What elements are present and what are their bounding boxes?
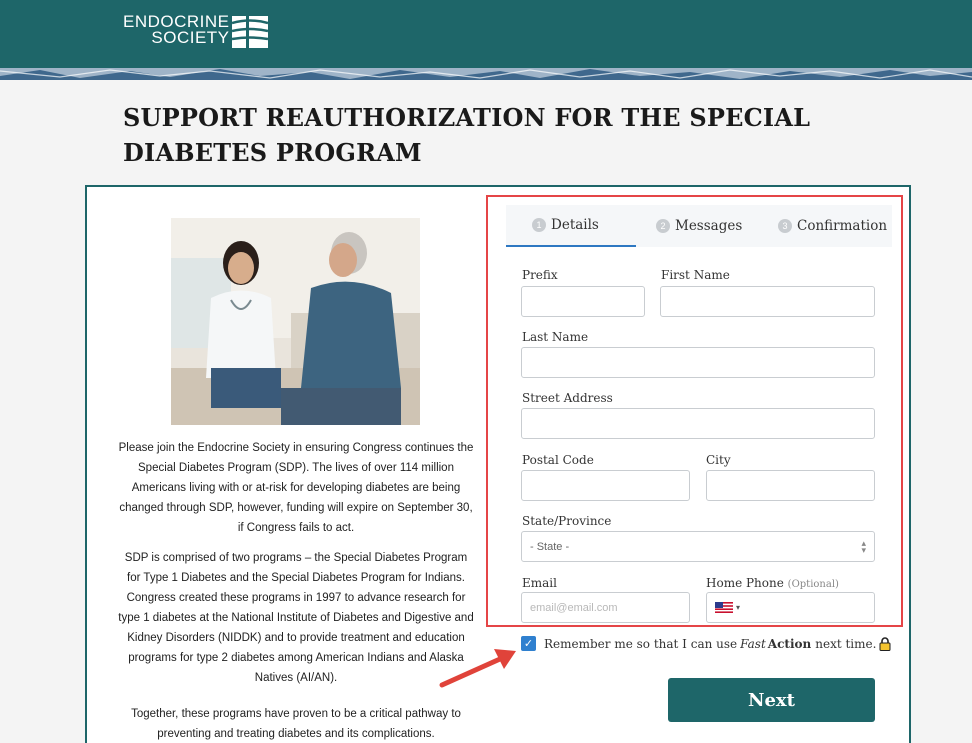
- select-arrows-icon: ▴ ▾: [861, 538, 866, 555]
- fast-text: Fast: [740, 636, 766, 651]
- optional-note: (Optional): [787, 579, 839, 590]
- annotation-arrow-icon: [439, 649, 516, 688]
- intro-paragraph: Please join the Endocrine Society in ens…: [118, 442, 474, 534]
- step-number: 1: [532, 218, 546, 232]
- tab-details[interactable]: 1 Details: [506, 205, 636, 247]
- form-steps: 1 Details 2 Messages 3 Confirmation: [506, 205, 892, 247]
- last-name-label: Last Name: [522, 330, 589, 344]
- endocrine-society-logo[interactable]: ENDOCRINE SOCIETY: [123, 12, 268, 54]
- remember-me-suffix: next time.: [815, 636, 877, 651]
- next-button[interactable]: Next: [668, 678, 875, 722]
- action-text: Action: [767, 636, 812, 651]
- postal-code-label: Postal Code: [522, 453, 594, 467]
- remember-me-checkbox[interactable]: ✓: [521, 636, 536, 651]
- remember-me-row: ✓ Remember me so that I can use Fast Acti…: [521, 636, 891, 651]
- page-title: SUPPORT REAUTHORIZATION FOR THE SPECIAL …: [123, 103, 811, 167]
- first-name-input[interactable]: [660, 286, 875, 317]
- tab-confirmation[interactable]: 3 Confirmation: [766, 205, 892, 247]
- lock-icon[interactable]: [879, 636, 891, 651]
- email-label: Email: [522, 576, 557, 590]
- home-phone-input[interactable]: ▾: [706, 592, 875, 623]
- street-address-label: Street Address: [522, 391, 613, 405]
- together-paragraph: Together, these programs have proven to …: [131, 708, 461, 740]
- tab-label: Confirmation: [797, 218, 888, 234]
- site-header: ENDOCRINE SOCIETY: [0, 0, 972, 68]
- city-input[interactable]: [706, 470, 875, 501]
- tab-label: Messages: [675, 218, 743, 234]
- street-address-input[interactable]: [521, 408, 875, 439]
- prefix-label: Prefix: [522, 268, 558, 282]
- decorative-banner: [0, 68, 972, 80]
- state-select[interactable]: - State - ▴ ▾: [521, 531, 875, 562]
- prefix-input[interactable]: [521, 286, 645, 317]
- last-name-input[interactable]: [521, 347, 875, 378]
- step-number: 3: [778, 219, 792, 233]
- us-flag-icon[interactable]: [715, 602, 733, 613]
- chevron-down-icon: ▾: [736, 603, 741, 612]
- tab-messages[interactable]: 2 Messages: [636, 205, 766, 247]
- email-input[interactable]: email@email.com: [521, 592, 690, 623]
- home-phone-label: Home Phone (Optional): [706, 576, 839, 590]
- city-label: City: [706, 453, 731, 467]
- first-name-label: First Name: [661, 268, 730, 282]
- tab-label: Details: [551, 217, 599, 233]
- step-number: 2: [656, 219, 670, 233]
- postal-code-input[interactable]: [521, 470, 690, 501]
- logo-mark-icon: [231, 16, 268, 48]
- remember-me-text: Remember me so that I can use: [544, 636, 738, 651]
- sdp-paragraph: SDP is comprised of two programs – the S…: [118, 552, 474, 684]
- logo-text: ENDOCRINE SOCIETY: [123, 12, 230, 47]
- state-selected-value: - State -: [530, 540, 570, 553]
- state-label: State/Province: [522, 514, 612, 528]
- doctor-patient-photo: [171, 218, 420, 425]
